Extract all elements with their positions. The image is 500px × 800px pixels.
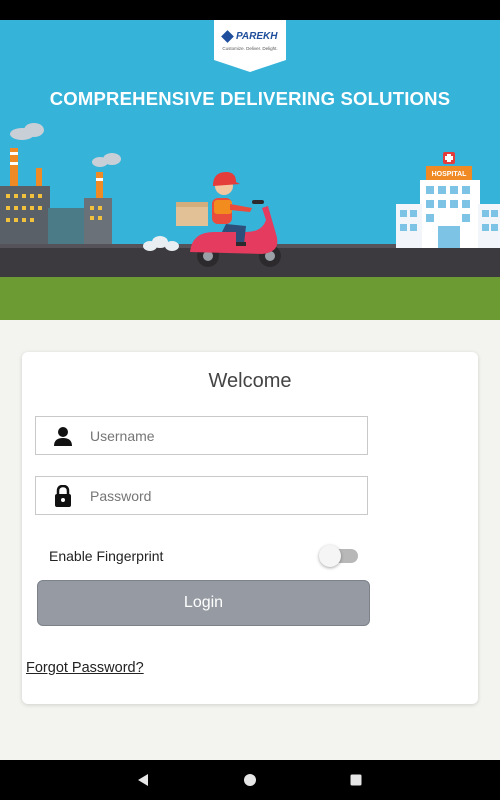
brand-name: PAREKH — [236, 31, 278, 42]
brand-tagline: Customize. Deliver. Delight. — [222, 46, 278, 51]
home-circle-icon[interactable] — [230, 760, 270, 800]
login-button[interactable]: Login — [37, 580, 370, 626]
recents-square-icon[interactable] — [336, 760, 376, 800]
login-card: Welcome Enable Fingerprint Login Forgot … — [22, 352, 478, 704]
hospital-sign-text: HOSPITAL — [432, 171, 468, 178]
back-triangle-icon[interactable] — [123, 760, 163, 800]
fingerprint-toggle[interactable] — [318, 542, 362, 570]
welcome-heading: Welcome — [208, 370, 292, 392]
person-icon — [36, 417, 90, 454]
system-nav-bar — [0, 760, 500, 800]
forgot-password-link[interactable]: Forgot Password? — [26, 660, 144, 676]
username-input[interactable] — [90, 417, 365, 454]
password-field[interactable] — [35, 476, 368, 515]
hero-title: COMPREHENSIVE DELIVERING SOLUTIONS — [49, 88, 451, 109]
lock-icon — [36, 477, 90, 514]
ground-band — [0, 277, 500, 320]
status-bar — [0, 0, 500, 20]
password-input[interactable] — [90, 477, 365, 514]
brand-logo: PAREKH Customize. Deliver. Delight. — [214, 20, 286, 72]
username-field[interactable] — [35, 416, 368, 455]
toggle-thumb — [319, 545, 341, 567]
fingerprint-label: Enable Fingerprint — [49, 548, 164, 564]
hero-banner: HOSPITAL PAREKH Customize. Deliver. Deli… — [0, 20, 500, 320]
